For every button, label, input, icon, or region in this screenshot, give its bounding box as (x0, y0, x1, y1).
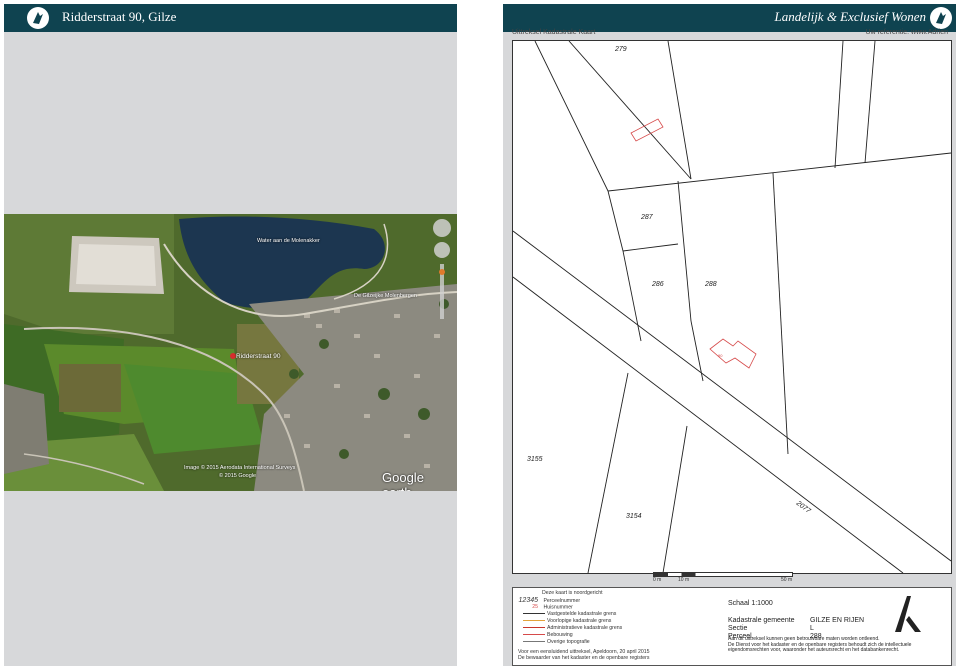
scale-bar: 0 m 10 m 50 m (653, 572, 793, 586)
legend-label: Voorlopige kadastrale grens (547, 618, 612, 624)
cadastral-sheet: Uittreksel Kadastrale Kaart Uw referenti… (503, 29, 956, 666)
legend-symbol: 12345 (518, 597, 538, 604)
legend-label: Administratieve kadastrale grens (547, 625, 623, 631)
left-header: Ridderstraat 90, Gilze (4, 4, 457, 32)
scale-text: Schaal 1:1000 (728, 600, 773, 607)
scale-start: 0 m (653, 577, 662, 583)
address-label: Ridderstraat 90 (236, 353, 281, 360)
note-line: eigendomsrechten voor, waaronder het aut… (728, 647, 900, 653)
kadaster-logo-icon (895, 596, 921, 632)
cadastral-map: 279 287 286 288 3155 3154 2077 90 (512, 40, 952, 574)
google-credit: © 2015 Google (219, 473, 257, 479)
legend-label: Perceelnummer (543, 597, 581, 604)
scale-mid: 10 m (678, 577, 690, 583)
left-page: Ridderstraat 90, Gilze Water aan de Mole… (4, 4, 457, 666)
google-earth-brand: Google earth (382, 470, 424, 491)
legend-symbol: 25 (532, 604, 538, 610)
parcel-number: 3155 (527, 456, 543, 463)
sheet-cut-reference: Uw referentie: www.Adrien (865, 29, 948, 36)
kadaster-notes: Aan dit uittreksel kunnen geen betrouwba… (728, 636, 928, 654)
house-number: 90 (718, 353, 723, 358)
lake-label: Water aan de Molenakker (257, 238, 320, 244)
brand-logo-icon (930, 7, 952, 29)
legend-line (523, 620, 545, 622)
legend-line (523, 634, 545, 636)
sectie-value: L (810, 625, 814, 632)
parcel-number: 286 (651, 281, 664, 288)
brand-title: Landelijk & Exclusief Wonen (774, 9, 926, 24)
brand-logo-icon (27, 7, 49, 29)
aerial-photo: Water aan de Molenakker De Gilzeijke Mol… (4, 214, 457, 491)
place-label: De Gilzeijke Molenbergen (354, 293, 417, 299)
legend-label: Overige topografie (547, 639, 590, 645)
legend-label: Bebouwing (547, 632, 573, 638)
kadaster-info: Schaal 1:1000 Kadastrale gemeente GILZE E… (728, 600, 864, 641)
parcel-number: 287 (640, 214, 654, 221)
parcel-number: 288 (704, 281, 717, 288)
image-credit: Image © 2015 Aerodata International Surv… (184, 465, 296, 471)
page-title: Ridderstraat 90, Gilze (62, 9, 177, 24)
legend-line (523, 613, 545, 615)
sheet-cut-title: Uittreksel Kadastrale Kaart (512, 29, 596, 36)
legend-footer: De bewaarder van het kadaster en de open… (518, 655, 650, 661)
right-header: Landelijk & Exclusief Wonen (503, 4, 956, 32)
parcel-number: 3154 (626, 513, 642, 520)
legend-label: Huisnummer (543, 604, 573, 611)
legend-line (523, 641, 545, 643)
north-note: Deze kaart is noordgericht (542, 590, 603, 596)
legend-line (523, 627, 545, 629)
scale-end: 50 m (781, 577, 793, 583)
sectie-label: Sectie (728, 625, 748, 632)
right-page: Landelijk & Exclusief Wonen Uittreksel K… (503, 4, 956, 666)
gemeente-label: Kadastrale gemeente (728, 617, 795, 624)
parcel-number: 279 (614, 46, 627, 53)
gemeente-value: GILZE EN RIJEN (810, 617, 865, 624)
legend-label: Vastgestelde kadastrale grens (547, 611, 617, 617)
map-legend: Deze kaart is noordgericht 12345 Perceel… (512, 587, 952, 666)
